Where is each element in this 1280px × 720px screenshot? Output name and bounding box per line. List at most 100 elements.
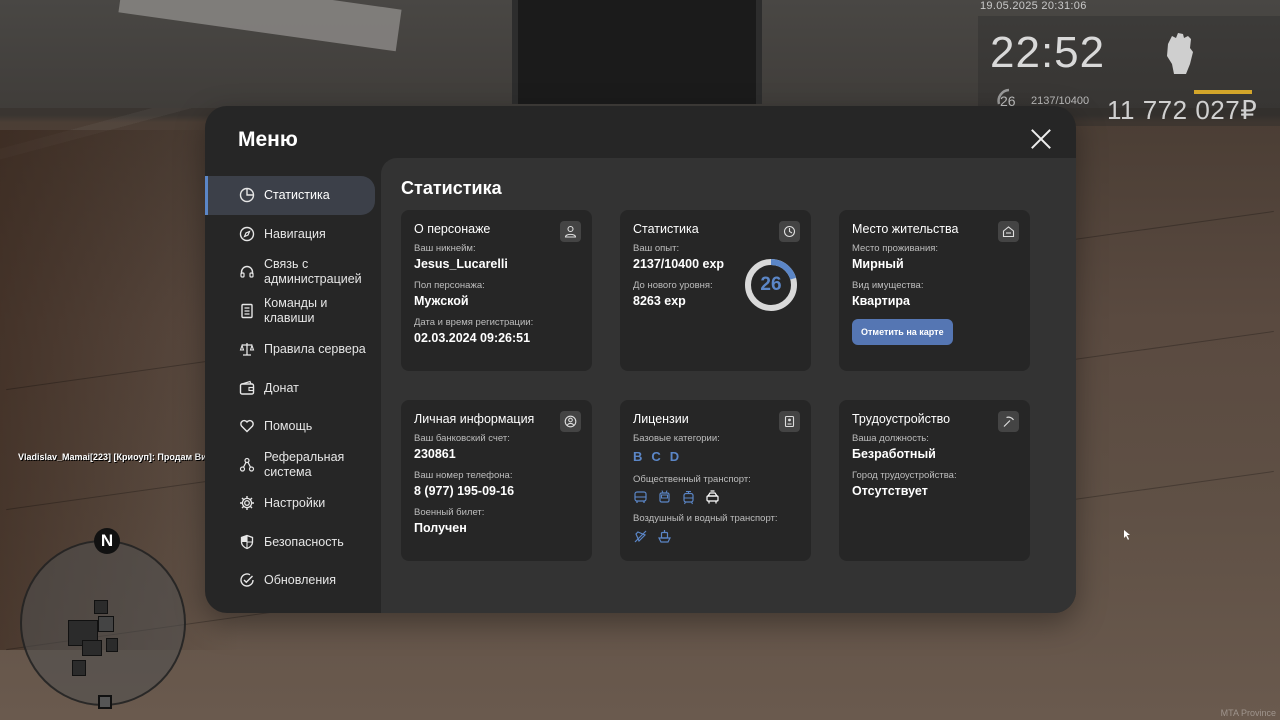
property-type-label: Вид имущества:	[852, 280, 924, 291]
house-icon	[998, 221, 1019, 242]
personal-info-card: Личная информация Ваш банковский счет: 2…	[401, 400, 592, 561]
referral-icon	[239, 457, 255, 472]
registration-label: Дата и время регистрации:	[414, 317, 534, 328]
card-title: Лицензии	[633, 412, 689, 426]
menu-title: Меню	[238, 128, 298, 151]
character-card: О персонаже Ваш никнейм: Jesus_Lucarelli…	[401, 210, 592, 371]
fist-icon	[1167, 33, 1193, 74]
plane-icon	[634, 530, 647, 543]
sidebar-item-settings[interactable]: Настройки	[205, 484, 381, 523]
level-value: 26	[760, 274, 782, 295]
public-transport-icons	[633, 490, 798, 505]
basic-categories-label: Базовые категории:	[633, 433, 720, 444]
map-building	[94, 600, 108, 614]
sidebar-item-admin-contact[interactable]: Связь с администрацией	[205, 253, 381, 292]
map-building	[72, 660, 86, 676]
sidebar-item-label: Обновления	[264, 573, 336, 588]
nickname-label: Ваш никнейм:	[414, 243, 476, 254]
user-icon	[560, 221, 581, 242]
sidebar-item-label: Донат	[264, 380, 299, 395]
hud-money: 11 772 027₽	[1107, 95, 1258, 125]
job-position-label: Ваша должность:	[852, 433, 929, 444]
statistics-content: Статистика О персонаже Ваш никнейм: Jesu…	[381, 158, 1076, 613]
bank-account-label: Ваш банковский счет:	[414, 433, 510, 444]
property-type-value: Квартира	[852, 294, 910, 308]
phone-value: 8 (977) 195-09-16	[414, 484, 515, 498]
sidebar-item-donate[interactable]: Донат	[205, 369, 381, 408]
hud-money-bar	[1194, 90, 1252, 94]
map-building	[82, 640, 102, 656]
document-icon	[241, 303, 253, 318]
map-building	[98, 616, 114, 632]
trolleybus-icon	[659, 490, 670, 503]
military-id-label: Военный билет:	[414, 507, 485, 518]
boat-icon	[658, 530, 671, 543]
sidebar-item-security[interactable]: Безопасность	[205, 523, 381, 562]
gear-icon	[240, 496, 254, 511]
employment-card: Трудоустройство Ваша должность: Безработ…	[839, 400, 1030, 561]
stats-card: Статистика Ваш опыт: 2137/10400 exp До н…	[620, 210, 811, 371]
military-id-value: Получен	[414, 521, 467, 535]
scales-icon	[239, 343, 255, 356]
sidebar-item-label: Безопасность	[264, 534, 344, 549]
sidebar-item-label: Настройки	[264, 496, 326, 511]
air-water-transport-label: Воздушный и водный транспорт:	[633, 513, 778, 524]
id-card-icon	[779, 411, 800, 432]
job-city-value: Отсутствует	[852, 484, 928, 498]
sidebar-item-label: Помощь	[264, 419, 313, 434]
license-category-c: C	[651, 449, 661, 464]
compass-icon	[239, 226, 255, 241]
sidebar-item-label: Навигация	[264, 226, 326, 241]
sidebar-item-referral[interactable]: Реферальная система	[205, 446, 381, 485]
license-category-b: B	[633, 449, 643, 464]
sidebar-item-help[interactable]: Помощь	[205, 407, 381, 446]
pie-chart-icon	[239, 188, 255, 203]
pickaxe-icon	[998, 411, 1019, 432]
hud-clock: 22:52	[990, 28, 1106, 77]
residence-place-label: Место проживания:	[852, 243, 939, 254]
minimap	[20, 540, 186, 706]
nickname-value: Jesus_Lucarelli	[414, 257, 508, 271]
sidebar-item-label: Команды и клавиши	[264, 295, 328, 325]
sidebar-item-statistics[interactable]: Статистика	[205, 176, 375, 215]
sidebar-item-rules[interactable]: Правила сервера	[205, 330, 381, 369]
sidebar-item-label: Реферальная система	[264, 449, 345, 479]
sidebar-item-commands[interactable]: Команды и клавиши	[205, 292, 381, 331]
job-city-label: Город трудоустройства:	[852, 470, 957, 481]
shield-icon	[240, 534, 254, 549]
sidebar-item-label: Правила сервера	[264, 342, 366, 357]
sidebar-item-label: Статистика	[264, 188, 330, 203]
hud-datetime: 19.05.2025 20:31:06	[980, 0, 1087, 12]
card-title: Трудоустройство	[852, 412, 951, 426]
sidebar-item-updates[interactable]: Обновления	[205, 561, 381, 600]
card-title: О персонаже	[414, 222, 491, 236]
sidebar-item-navigation[interactable]: Навигация	[205, 215, 381, 254]
air-water-transport-icons	[633, 529, 798, 544]
background-pillar	[512, 0, 762, 104]
registration-value: 02.03.2024 09:26:51	[414, 331, 531, 345]
page-title: Статистика	[401, 178, 502, 198]
map-building	[106, 638, 118, 652]
menu-sidebar: Статистика Навигация Связь с администрац…	[205, 176, 381, 600]
watermark: MTA Province	[1220, 708, 1276, 718]
exp-label: Ваш опыт:	[633, 243, 680, 254]
mark-on-map-button[interactable]: Отметить на карте	[852, 319, 953, 345]
license-category-d: D	[669, 449, 680, 464]
bus-icon	[634, 491, 647, 503]
gender-label: Пол персонажа:	[414, 280, 485, 291]
check-circle-icon	[240, 573, 254, 587]
wallet-icon	[239, 380, 255, 395]
card-title: Статистика	[633, 222, 699, 236]
taxi-icon	[706, 490, 719, 504]
mouse-cursor-icon	[1124, 530, 1130, 540]
clock-icon	[779, 221, 800, 242]
minimap-north-indicator: N	[94, 528, 120, 554]
minimap-south-marker	[98, 695, 112, 709]
license-categories: B C D	[633, 449, 798, 464]
residence-card: Место жительства Место проживания: Мирны…	[839, 210, 1030, 371]
close-icon[interactable]	[1030, 128, 1052, 150]
headset-icon	[240, 266, 254, 278]
card-title: Место жительства	[852, 222, 959, 236]
residence-place-value: Мирный	[852, 257, 904, 271]
gender-value: Мужской	[414, 294, 469, 308]
